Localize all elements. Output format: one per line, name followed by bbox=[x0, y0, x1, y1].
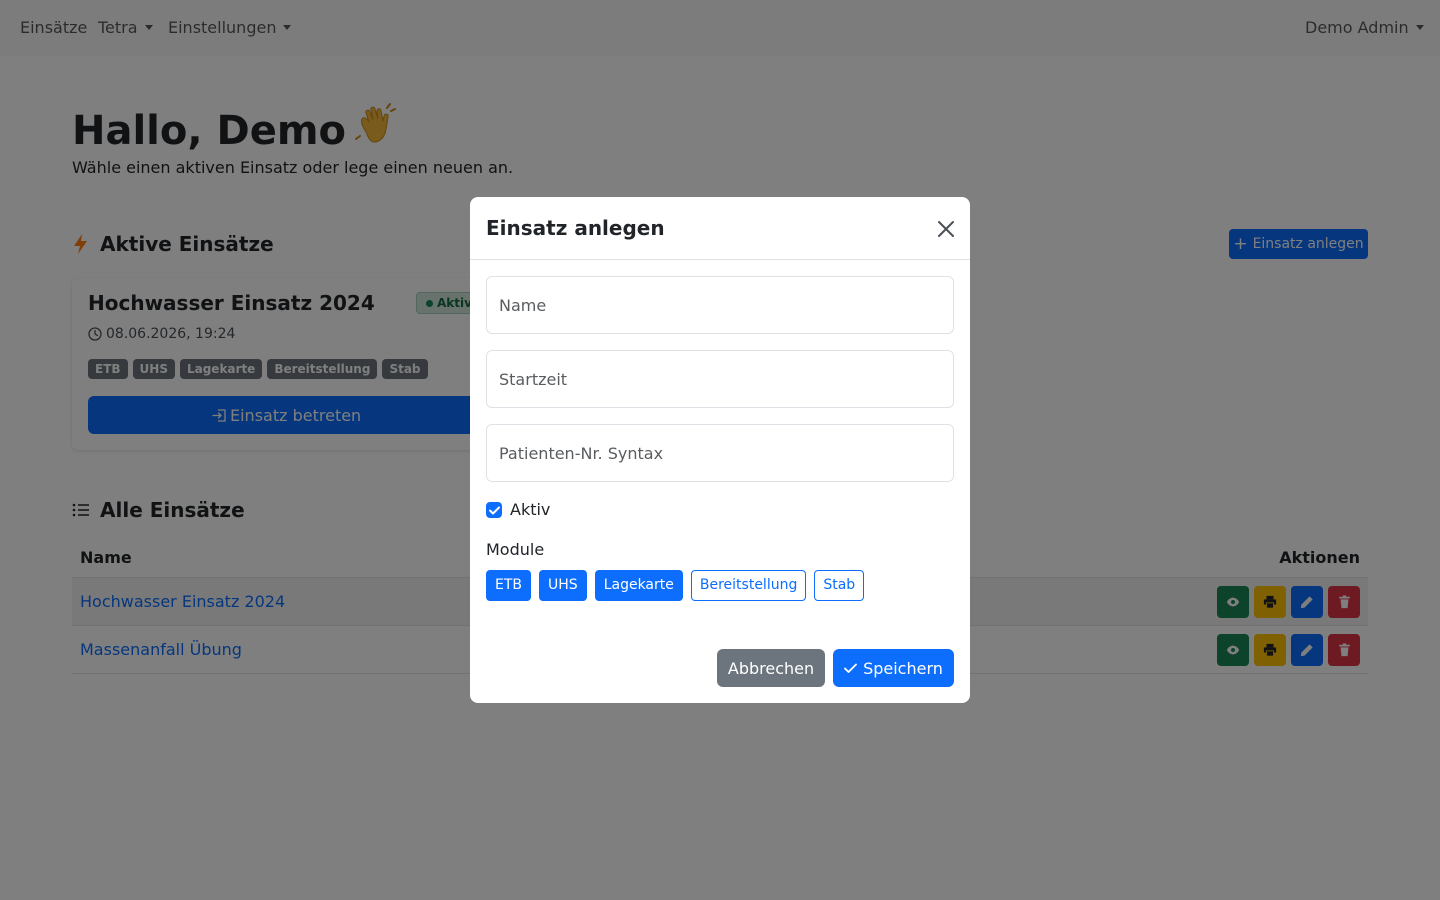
start-time-input[interactable] bbox=[486, 350, 954, 408]
module-toggle-lagekarte[interactable]: Lagekarte bbox=[594, 570, 683, 601]
button-label: Speichern bbox=[863, 658, 943, 678]
check-icon bbox=[844, 663, 857, 673]
check-icon bbox=[488, 506, 500, 514]
close-icon bbox=[938, 221, 954, 237]
modal-title: Einsatz anlegen bbox=[486, 216, 665, 240]
save-button[interactable]: Speichern bbox=[833, 649, 954, 687]
module-toggle-uhs[interactable]: UHS bbox=[539, 570, 587, 601]
module-toggle-bereitstellung[interactable]: Bereitstellung bbox=[690, 570, 807, 601]
active-checkbox-row[interactable]: Aktiv bbox=[486, 500, 550, 520]
module-label: Module bbox=[486, 540, 545, 559]
active-label: Aktiv bbox=[510, 500, 551, 519]
active-checkbox[interactable] bbox=[486, 502, 502, 518]
module-toggle-etb[interactable]: ETB bbox=[486, 570, 532, 601]
close-button[interactable] bbox=[931, 214, 961, 244]
create-einsatz-modal: Einsatz anlegen Aktiv Module ETB UHS Lag… bbox=[470, 197, 970, 703]
module-toggle-stab[interactable]: Stab bbox=[814, 570, 865, 601]
patient-number-syntax-input[interactable] bbox=[486, 424, 954, 482]
cancel-button[interactable]: Abbrechen bbox=[717, 649, 825, 687]
modal-header: Einsatz anlegen bbox=[470, 197, 970, 260]
name-input[interactable] bbox=[486, 276, 954, 334]
module-toggle-group: ETB UHS Lagekarte Bereitstellung Stab bbox=[486, 570, 865, 601]
